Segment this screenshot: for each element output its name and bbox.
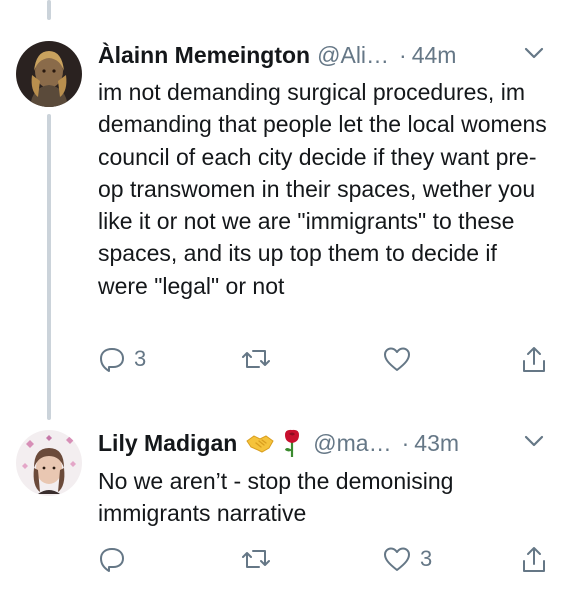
share-button[interactable]: [520, 345, 548, 375]
retweet-button[interactable]: [240, 545, 272, 573]
like-icon: [382, 545, 412, 573]
chevron-down-icon[interactable]: [522, 41, 546, 65]
tweet-text: im not demanding surgical procedures, im…: [98, 79, 547, 299]
handle[interactable]: @Ali…: [317, 42, 389, 69]
tweet[interactable]: Àlainn Memeington @Ali… · 44m im not dem…: [0, 0, 568, 420]
like-count: 3: [420, 546, 433, 571]
display-name[interactable]: Lily Madigan: [98, 430, 237, 457]
retweet-icon: [240, 545, 272, 573]
like-button[interactable]: [382, 345, 412, 373]
reply-button[interactable]: 3: [98, 345, 146, 373]
timestamp[interactable]: 43m: [414, 430, 459, 457]
reply-count: 3: [134, 346, 147, 371]
separator: ·: [399, 41, 407, 68]
like-button[interactable]: 3: [382, 545, 432, 573]
reply-button[interactable]: [98, 545, 126, 573]
share-button[interactable]: [520, 545, 548, 575]
reply-icon: [98, 345, 126, 373]
rose-emoji: [281, 428, 303, 458]
display-name[interactable]: Àlainn Memeington: [98, 42, 310, 69]
tweet[interactable]: Lily Madigan @ma… · 43m No we aren’t - s…: [0, 420, 568, 600]
handshake-emoji: [245, 431, 275, 455]
separator: ·: [401, 429, 410, 456]
share-icon: [520, 545, 548, 575]
handle[interactable]: @ma…: [313, 430, 391, 457]
like-icon: [382, 345, 412, 373]
retweet-button[interactable]: [240, 345, 272, 373]
timestamp[interactable]: 44m: [412, 42, 457, 69]
share-icon: [520, 345, 548, 375]
tweet-text: No we aren’t - stop the demonising immig…: [98, 468, 454, 527]
avatar[interactable]: [16, 430, 82, 496]
reply-icon: [98, 545, 126, 573]
avatar[interactable]: [16, 41, 82, 107]
chevron-down-icon[interactable]: [522, 429, 546, 453]
retweet-icon: [240, 345, 272, 373]
tweet-actions: 3: [0, 345, 568, 385]
tweet-actions: 3: [0, 545, 568, 585]
